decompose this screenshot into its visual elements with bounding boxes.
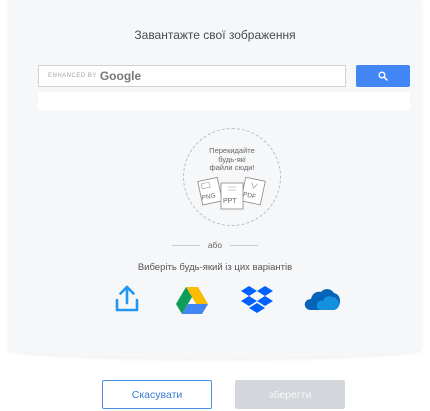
drop-zone-text: Перекидайте будь-які файли сюди! (184, 146, 280, 173)
upload-panel: Завантажте свої зображення ENHANCED BY G… (8, 0, 422, 358)
search-input[interactable]: ENHANCED BY Google (38, 65, 346, 87)
search-icon (378, 71, 388, 81)
divider-line (171, 244, 200, 246)
onedrive-icon (304, 289, 340, 310)
search-button[interactable] (356, 65, 410, 87)
save-button[interactable]: зберегти (235, 380, 345, 409)
dialog-title: Завантажте свої зображення (134, 28, 296, 42)
upload-icon (115, 285, 139, 312)
file-type-label: PPT (223, 198, 237, 205)
google-drive-icon (176, 287, 208, 314)
file-types-icon: PNG PDF PPT (197, 176, 266, 210)
upload-source-button[interactable] (114, 284, 140, 319)
onedrive-source-button[interactable] (303, 284, 341, 319)
enhanced-by-label: ENHANCED BY (48, 73, 97, 79)
choose-source-label: Виберіть будь-який із цих варіантів (137, 262, 293, 273)
google-brand: Google (99, 69, 142, 83)
divider-line (230, 244, 259, 246)
google-drive-source-button[interactable] (175, 284, 209, 319)
dropbox-source-button[interactable] (240, 284, 274, 319)
or-divider: або (8, 240, 422, 250)
or-label: або (207, 240, 223, 250)
search-results-area (38, 92, 410, 110)
dropbox-icon (241, 286, 273, 313)
cancel-button[interactable]: Скасувати (102, 380, 212, 409)
drop-zone[interactable]: Перекидайте будь-які файли сюди! PNG PDF… (183, 128, 281, 226)
